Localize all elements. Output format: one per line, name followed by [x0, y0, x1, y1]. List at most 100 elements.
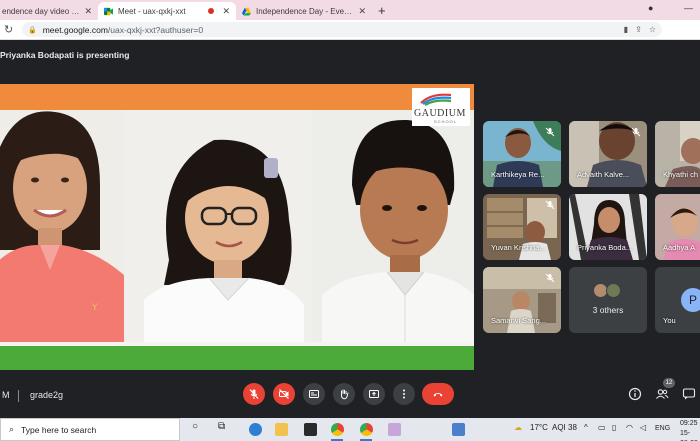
hang-up-icon: [433, 393, 443, 397]
chat-icon[interactable]: [682, 387, 696, 401]
paint-icon[interactable]: [388, 423, 401, 436]
presentation-photo-1: Y: [0, 110, 124, 342]
sticky-notes-icon[interactable]: [304, 423, 317, 436]
camera-in-use-icon[interactable]: ▮: [624, 25, 628, 34]
meeting-code: grade2g: [30, 390, 64, 400]
clock-time: 09:25: [680, 420, 698, 427]
tab-close-icon[interactable]: ✕: [84, 6, 92, 17]
logo-swoosh-icon: [420, 93, 452, 106]
present-now-button[interactable]: [363, 383, 385, 405]
url-host: meet.google.com: [42, 24, 108, 35]
participant-tile[interactable]: Samanvi Sang...: [483, 267, 561, 333]
share-icon[interactable]: ⇪: [635, 25, 642, 34]
avatar: [606, 283, 621, 298]
school-logo: GAUDIUM SCHOOL: [412, 88, 470, 126]
hand-icon: [340, 389, 349, 400]
participant-name: Priyanka Boda...: [577, 243, 633, 252]
bookmark-star-icon[interactable]: ☆: [649, 25, 656, 34]
people-icon[interactable]: [655, 387, 669, 401]
search-icon: ⌕: [9, 424, 15, 434]
recording-indicator-icon: [208, 8, 215, 14]
network-icon[interactable]: ▭: [598, 423, 606, 432]
meeting-time: M: [2, 390, 10, 400]
divider: [18, 390, 19, 402]
green-band: [0, 346, 474, 370]
captions-button[interactable]: [303, 383, 325, 405]
participant-name: Khyathi ch: [663, 170, 699, 179]
language-indicator[interactable]: ENG: [655, 425, 670, 432]
profile-icon[interactable]: ●: [648, 3, 653, 13]
self-tile[interactable]: P You: [655, 267, 700, 333]
leave-call-button[interactable]: [422, 383, 454, 405]
camera-toggle-button[interactable]: [273, 383, 295, 405]
others-avatars: [593, 283, 621, 298]
chrome-profile-icon[interactable]: [360, 423, 373, 436]
mic-off-icon: [249, 389, 259, 399]
participant-name: Yuvan Krishna...: [491, 243, 546, 252]
participant-name: Karthikeya Re...: [491, 170, 545, 179]
url-path: /uax-qxkj-xxt?authuser=0: [107, 24, 204, 35]
screen: endence day video link - p ✕ Meet - uax-…: [0, 0, 700, 441]
browser-tab-video-link[interactable]: endence day video link - p ✕: [0, 2, 98, 20]
browser-tab-event-video[interactable]: Independence Day - Event Video ✕: [236, 2, 372, 20]
participant-tile[interactable]: Karthikeya Re...: [483, 121, 561, 187]
presentation-photo-3: [312, 110, 474, 342]
raise-hand-button[interactable]: [333, 383, 355, 405]
svg-text:Y: Y: [91, 303, 98, 313]
mic-toggle-button[interactable]: [243, 383, 265, 405]
tab-title: endence day video link - p: [2, 6, 80, 16]
browser-tab-strip: endence day video link - p ✕ Meet - uax-…: [0, 0, 700, 20]
participant-name: Aadhya A: [663, 243, 696, 252]
store-icon[interactable]: [452, 423, 465, 436]
tray-chevron-icon[interactable]: ^: [584, 423, 588, 432]
camera-off-icon: [279, 389, 289, 399]
edge-icon[interactable]: [249, 423, 262, 436]
captions-icon: [309, 390, 319, 398]
task-view-icon[interactable]: ⧉: [218, 421, 225, 432]
taskbar-clock[interactable]: 09:25 15-08-20: [680, 419, 700, 441]
windows-taskbar: ⌕ Type here to search ○ ⧉ ☁ 17°C AQI 38 …: [0, 418, 700, 441]
cortana-icon[interactable]: ○: [192, 421, 198, 432]
taskbar-search-box[interactable]: ⌕ Type here to search: [0, 418, 180, 441]
minimize-icon[interactable]: —: [684, 3, 693, 13]
participant-tile[interactable]: Khyathi ch: [655, 121, 700, 187]
meet-favicon-icon: [104, 7, 113, 15]
chrome-icon[interactable]: [331, 423, 344, 436]
info-icon[interactable]: [628, 387, 642, 401]
tab-close-icon[interactable]: ✕: [358, 6, 366, 17]
self-name: You: [663, 316, 676, 325]
presenting-label: Priyanka Bodapati is presenting: [0, 50, 130, 60]
tab-title: Meet - uax-qxkj-xxt: [118, 6, 186, 16]
battery-icon[interactable]: ▯: [612, 423, 616, 432]
participant-tile[interactable]: Aadhya A: [655, 194, 700, 260]
volume-icon[interactable]: ◁: [640, 423, 646, 432]
drive-favicon-icon: [242, 7, 251, 16]
others-tile[interactable]: 3 others: [569, 267, 647, 333]
participant-tile[interactable]: Advaith Kalve...: [569, 121, 647, 187]
aqi-label[interactable]: AQI 38: [552, 423, 577, 432]
wifi-icon[interactable]: ◠: [626, 423, 633, 432]
self-avatar: P: [681, 288, 700, 312]
new-tab-plus-icon[interactable]: +: [378, 2, 386, 20]
tab-close-icon[interactable]: ✕: [222, 6, 230, 17]
saffron-band: [0, 84, 474, 110]
logo-subtext: SCHOOL: [434, 119, 457, 124]
weather-temp[interactable]: 17°C: [530, 423, 548, 432]
clock-date: 15-08-20: [680, 430, 698, 441]
participant-name: Samanvi Sang...: [491, 316, 547, 325]
search-placeholder: Type here to search: [21, 424, 97, 435]
address-bar: ↻ 🔒 meet.google.com /uax-qxkj-xxt?authus…: [0, 20, 700, 40]
more-options-button[interactable]: [393, 383, 415, 405]
logo-text: GAUDIUM: [414, 108, 466, 119]
participant-tile[interactable]: Yuvan Krishna...: [483, 194, 561, 260]
mic-off-icon: [545, 200, 555, 210]
participant-tile[interactable]: Priyanka Boda...: [569, 194, 647, 260]
browser-tab-meet[interactable]: Meet - uax-qxkj-xxt ✕: [98, 2, 236, 20]
present-screen-icon: [369, 390, 379, 398]
file-explorer-icon[interactable]: [275, 423, 288, 436]
url-field[interactable]: 🔒 meet.google.com /uax-qxkj-xxt?authuser…: [22, 22, 662, 37]
participant-name: Advaith Kalve...: [577, 170, 630, 179]
more-vert-icon: [403, 389, 405, 399]
participants-count-badge: 12: [663, 378, 675, 388]
reload-icon[interactable]: ↻: [4, 23, 16, 36]
